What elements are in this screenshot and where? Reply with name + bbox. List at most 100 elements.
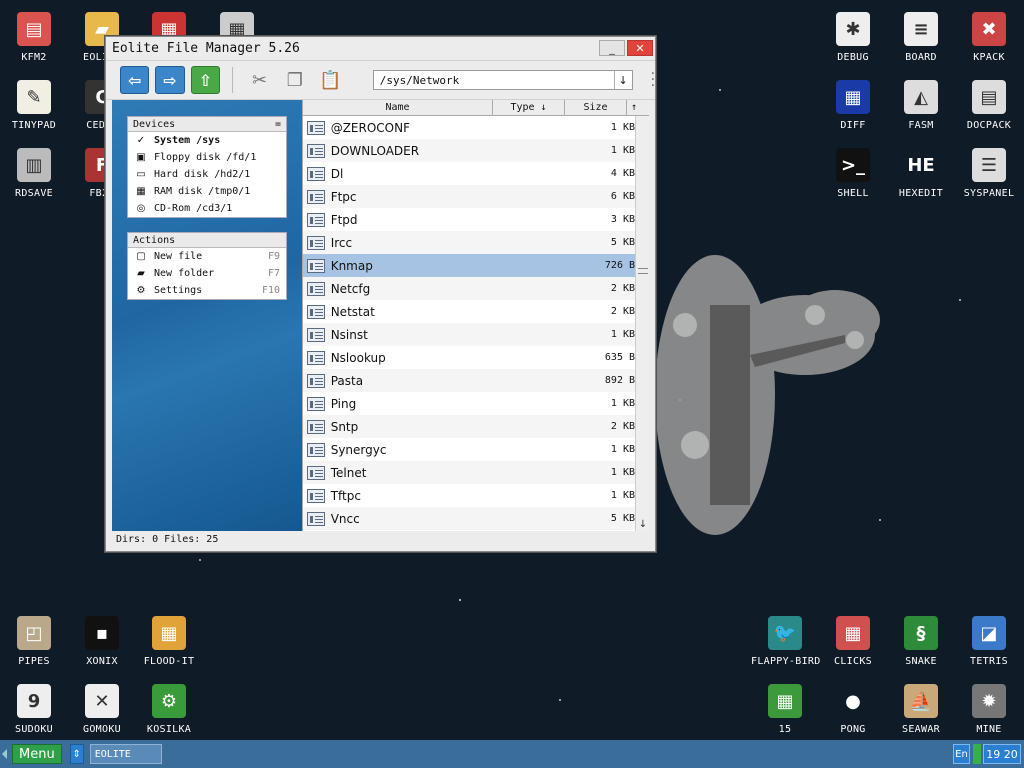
desktop-icon-label: KOSILKA [146,724,192,735]
device-item[interactable]: ✓ System /sys [128,132,286,149]
actions-list: ▢ New file F9 ▰ New folder F7 ⚙ Settings F10 [128,248,286,299]
table-row[interactable]: Telnet 1 KB [303,461,635,484]
path-dropdown-icon[interactable]: ↓ [613,71,632,89]
desktop-icon-rdsave[interactable]: ▥ RDSAVE [0,140,68,206]
file-icon [307,419,325,434]
menu-button[interactable]: Menu [12,744,62,764]
more-options-icon[interactable]: · · · [651,67,655,93]
back-button[interactable]: ⇦ [120,66,150,94]
close-button[interactable]: ✕ [627,40,653,56]
table-row[interactable]: Vncc 5 KB [303,507,635,530]
desktop-icon-pong[interactable]: ● PONG [819,676,887,742]
table-row[interactable]: Ircc 5 KB [303,231,635,254]
column-type[interactable]: Type ↓ [493,100,565,115]
file-name: Knmap [330,258,373,273]
desktop-icon-debug[interactable]: ✱ DEBUG [819,4,887,70]
column-name[interactable]: Name [303,100,493,115]
device-item[interactable]: ▦ RAM disk /tmp0/1 [128,183,286,200]
file-size: 2 KB [610,306,635,317]
table-row[interactable]: Ftpd 3 KB [303,208,635,231]
desktop-icon-label: SHELL [837,188,869,199]
forward-button[interactable]: ⇨ [155,66,185,94]
table-row[interactable]: Knmap 726 B [303,254,635,277]
window-titlebar[interactable]: Eolite File Manager 5.26 _ ✕ [106,37,655,59]
sort-toggle-icon[interactable]: ↑ [627,100,641,115]
scroll-down-icon[interactable]: ↓ [636,517,650,531]
table-row[interactable]: Netcfg 2 KB [303,277,635,300]
sudoku-icon: 9 [17,684,51,718]
clock[interactable]: 19 20 [983,744,1021,764]
clicks-icon: ▦ [836,616,870,650]
device-item[interactable]: ▭ Hard disk /hd2/1 [128,166,286,183]
taskbar-item-eolite[interactable]: EOLITE [89,744,162,764]
file-size: 1 KB [610,329,635,340]
desktop-icon-board[interactable]: ≡ BOARD [887,4,955,70]
devices-title: Devices [133,118,176,130]
cut-icon[interactable]: ✂ [245,66,274,94]
desktop-icon-label: SUDOKU [15,724,53,735]
file-icon [307,465,325,480]
desktop-icon-clicks[interactable]: ▦ CLICKS [819,608,887,674]
path-field[interactable]: /sys/Network ↓ [372,70,633,90]
desktop-icon-hexedit[interactable]: HE HEXEDIT [887,140,955,206]
action-icon: ⚙ [136,285,146,296]
table-row[interactable]: DOWNLOADER 1 KB [303,139,635,162]
desktop-icon-fasm[interactable]: ◭ FASM [887,72,955,138]
file-name: Vncc [330,511,360,526]
desktop-icon-docpack[interactable]: ▤ DOCPACK [955,72,1023,138]
file-icon [307,212,325,227]
paste-icon[interactable]: 📋 [316,66,345,94]
desktop-icon-diff[interactable]: ▦ DIFF [819,72,887,138]
action-item[interactable]: ⚙ Settings F10 [128,282,286,299]
desktop-icon-tetris[interactable]: ◪ TETRIS [955,608,1023,674]
action-icon: ▢ [136,251,146,262]
table-row[interactable]: Tftpc 1 KB [303,484,635,507]
table-row[interactable]: Synergyc 1 KB [303,438,635,461]
desktop-icon-snake[interactable]: § SNAKE [887,608,955,674]
table-row[interactable]: Sntp 2 KB [303,415,635,438]
table-row[interactable]: Nsinst 1 KB [303,323,635,346]
desktop-icon-tinypad[interactable]: ✎ TINYPAD [0,72,68,138]
file-list: Name Type ↓ Size ↑ @ZEROCONF 1 KB DOWNLOAD… [302,100,649,531]
file-name: Sntp [330,419,359,434]
desktop-icon-seawar[interactable]: ⛵ SEAWAR [887,676,955,742]
desktop-icon-syspanel[interactable]: ☰ SYSPANEL [955,140,1023,206]
device-item[interactable]: ▣ Floppy disk /fd/1 [128,149,286,166]
kpack-icon: ✖ [972,12,1006,46]
device-icon: ▭ [136,169,146,180]
desktop-icon-kosilka[interactable]: ⚙ KOSILKA [135,676,203,742]
table-row[interactable]: Dl 4 KB [303,162,635,185]
devices-toggle-icon[interactable]: = [275,119,281,130]
up-button[interactable]: ⇧ [190,66,220,94]
desktop-icon-kpack[interactable]: ✖ KPACK [955,4,1023,70]
action-item[interactable]: ▰ New folder F7 [128,265,286,282]
desktop-icon-flood-it[interactable]: ▦ FLOOD-IT [135,608,203,674]
table-row[interactable]: Nslookup 635 B [303,346,635,369]
desktop-icon-shell[interactable]: >_ SHELL [819,140,887,206]
action-item[interactable]: ▢ New file F9 [128,248,286,265]
device-item[interactable]: ◎ CD-Rom /cd3/1 [128,200,286,217]
desktop-icon-sudoku[interactable]: 9 SUDOKU [0,676,68,742]
desktop-icon-gomoku[interactable]: ✕ GOMOKU [68,676,136,742]
desktop-icon-15[interactable]: ▦ 15 [751,676,819,742]
copy-icon[interactable]: ❐ [280,66,309,94]
table-row[interactable]: Ping 1 KB [303,392,635,415]
table-row[interactable]: Netstat 2 KB [303,300,635,323]
desktop-icon-xonix[interactable]: ▪ XONIX [68,608,136,674]
file-size: 5 KB [610,513,635,524]
language-indicator[interactable]: En [953,744,970,764]
scrollbar-grip[interactable] [638,268,648,274]
desktop-icon-flappy-bird[interactable]: 🐦 FLAPPY-BIRD [751,608,820,674]
status-bar: Dirs: 0 Files: 25 [116,534,219,545]
taskbar-scroll-left-icon[interactable] [2,749,7,759]
desktop-icon-pipes[interactable]: ◰ PIPES [0,608,68,674]
table-row[interactable]: Ftpc 6 KB [303,185,635,208]
table-row[interactable]: @ZEROCONF 1 KB [303,116,635,139]
table-row[interactable]: Pasta 892 B [303,369,635,392]
desktop-icon-kfm2[interactable]: ▤ KFM2 [0,4,68,70]
column-size[interactable]: Size [565,100,627,115]
vertical-scrollbar[interactable]: ↓ [635,116,649,531]
desktop-icon-mine[interactable]: ✹ MINE [955,676,1023,742]
minimize-button[interactable]: _ [599,40,625,56]
task-switch-icon[interactable]: ⇕ [69,744,84,764]
